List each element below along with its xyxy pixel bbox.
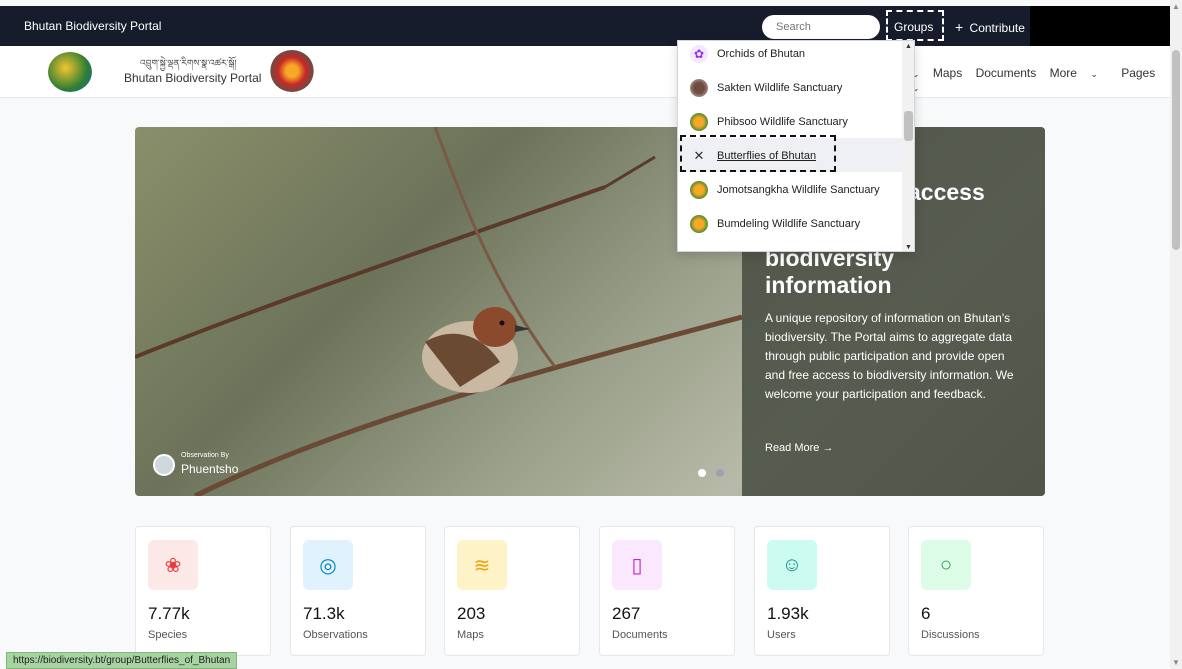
- page-scrollbar[interactable]: ▲ ▼: [1170, 0, 1182, 669]
- nav-more-label: More: [1049, 66, 1077, 80]
- layers-icon: ≋: [457, 540, 507, 590]
- group-item-label: Sakten Wildlife Sanctuary: [717, 82, 843, 94]
- orchid-icon: ✿: [690, 45, 708, 63]
- stat-label: Discussions: [921, 629, 980, 641]
- stat-label: Users: [767, 629, 796, 641]
- top-navbar: Bhutan Biodiversity Portal Groups ⌄ + Co…: [0, 6, 1170, 47]
- nav-pages-label: Pages: [1121, 66, 1156, 80]
- group-item-jomotsangkha[interactable]: Jomotsangkha Wildlife Sanctuary: [678, 172, 902, 206]
- carousel-indicators: [698, 464, 730, 482]
- hero-description: A unique repository of information on Bh…: [765, 311, 1014, 401]
- stat-label: Observations: [303, 629, 368, 641]
- group-item-label: Bumdeling Wildlife Sanctuary: [717, 218, 861, 230]
- main-nav: ⌄ Maps Documents More ⌄ Pages ⌄: [912, 66, 1170, 94]
- national-emblem-logo: [270, 50, 314, 92]
- scroll-down-arrow-icon[interactable]: ▼: [905, 244, 912, 251]
- sparrow-image: [422, 307, 530, 393]
- browser-viewport: Bhutan Biodiversity Portal Groups ⌄ + Co…: [0, 0, 1182, 669]
- chevron-down-icon: ⌄: [1090, 69, 1098, 79]
- stat-card-species[interactable]: ❀ 7.77k Species: [135, 526, 271, 656]
- contribute-button[interactable]: + Contribute: [955, 19, 1025, 35]
- paw-icon: ❀: [148, 540, 198, 590]
- nav-more[interactable]: More ⌄: [1050, 66, 1108, 80]
- group-item-label: Phibsoo Wildlife Sanctuary: [717, 116, 848, 128]
- search-input[interactable]: [762, 15, 880, 39]
- topbar-blank-area: [1030, 6, 1170, 46]
- group-item-label: Jomotsangkha Wildlife Sanctuary: [717, 184, 880, 196]
- groups-dropdown-button[interactable]: Groups ⌄: [886, 10, 944, 47]
- hero-heading-line3: information: [765, 272, 892, 298]
- scroll-up-arrow-icon[interactable]: ▲: [905, 43, 912, 50]
- eye-icon: ◎: [303, 540, 353, 590]
- group-item-phibsoo[interactable]: Phibsoo Wildlife Sanctuary: [678, 104, 902, 138]
- stat-value: 6: [921, 604, 931, 623]
- observer-name: Phuentsho: [181, 462, 239, 476]
- page-scroll-thumb[interactable]: [1172, 50, 1180, 250]
- group-item-orchids[interactable]: ✿ Orchids of Bhutan: [678, 41, 902, 70]
- carousel-dot[interactable]: [716, 469, 725, 477]
- groups-dropdown-menu: ✿ Orchids of Bhutan Sakten Wildlife Sanc…: [677, 40, 915, 252]
- stat-card-documents[interactable]: ▯ 267 Documents: [599, 526, 735, 656]
- site-header: འབྲུག་སྐྱེ་ལྡན་རིགས་སྣ་འཚར་སྒོ། Bhutan B…: [0, 46, 1170, 98]
- stat-card-observations[interactable]: ◎ 71.3k Observations: [290, 526, 426, 656]
- groups-label: Groups: [894, 20, 934, 34]
- stat-value: 267: [612, 604, 641, 623]
- scroll-down-arrow-icon[interactable]: ▼: [1172, 658, 1180, 667]
- highlight-box: [680, 135, 836, 172]
- brand-link[interactable]: Bhutan Biodiversity Portal: [24, 19, 161, 33]
- stat-value: 71.3k: [303, 604, 345, 623]
- plus-icon: +: [955, 19, 964, 35]
- dropdown-scrollbar[interactable]: ▲ ▼: [902, 41, 914, 251]
- stat-label: Documents: [612, 629, 668, 641]
- carousel-dot-active[interactable]: [698, 469, 706, 477]
- stat-value: 7.77k: [148, 604, 190, 623]
- stat-label: Species: [148, 629, 188, 641]
- dropdown-scroll-thumb[interactable]: [904, 111, 913, 141]
- book-icon: ▯: [612, 540, 662, 590]
- arrow-right-icon: →: [822, 442, 834, 454]
- contribute-label: Contribute: [969, 21, 1025, 35]
- nav-documents[interactable]: Documents: [976, 66, 1037, 80]
- read-more-label: Read More: [765, 442, 820, 454]
- observation-by-label: Observation By: [181, 452, 229, 459]
- read-more-link[interactable]: Read More →: [765, 442, 833, 454]
- stat-card-maps[interactable]: ≋ 203 Maps: [444, 526, 580, 656]
- group-item-sakten[interactable]: Sakten Wildlife Sanctuary: [678, 70, 902, 104]
- phibsoo-emblem-icon: [690, 113, 708, 131]
- status-bar-url: https://biodiversity.bt/group/Butterflie…: [6, 652, 238, 669]
- sakten-emblem-icon: [690, 79, 708, 97]
- observer-avatar: [153, 454, 175, 476]
- stat-value: 203: [457, 604, 486, 623]
- group-item-bumdeling[interactable]: Bumdeling Wildlife Sanctuary: [678, 206, 902, 240]
- hero-heading-line1: access: [908, 179, 985, 205]
- site-title[interactable]: Bhutan Biodiversity Portal: [124, 71, 261, 85]
- stat-card-users[interactable]: ☺ 1.93k Users: [754, 526, 890, 656]
- nav-maps[interactable]: Maps: [933, 66, 962, 80]
- users-icon: ☺: [767, 540, 817, 590]
- stat-value: 1.93k: [767, 604, 809, 623]
- stat-card-discussions[interactable]: ○ 6 Discussions: [908, 526, 1044, 656]
- chat-icon: ○: [921, 540, 971, 590]
- jomotsangkha-emblem-icon: [690, 181, 708, 199]
- bumdeling-emblem-icon: [690, 215, 708, 233]
- portal-logo[interactable]: [48, 52, 92, 92]
- stat-label: Maps: [457, 629, 484, 641]
- scroll-up-arrow-icon[interactable]: ▲: [1172, 2, 1180, 11]
- group-item-label: Orchids of Bhutan: [717, 48, 806, 60]
